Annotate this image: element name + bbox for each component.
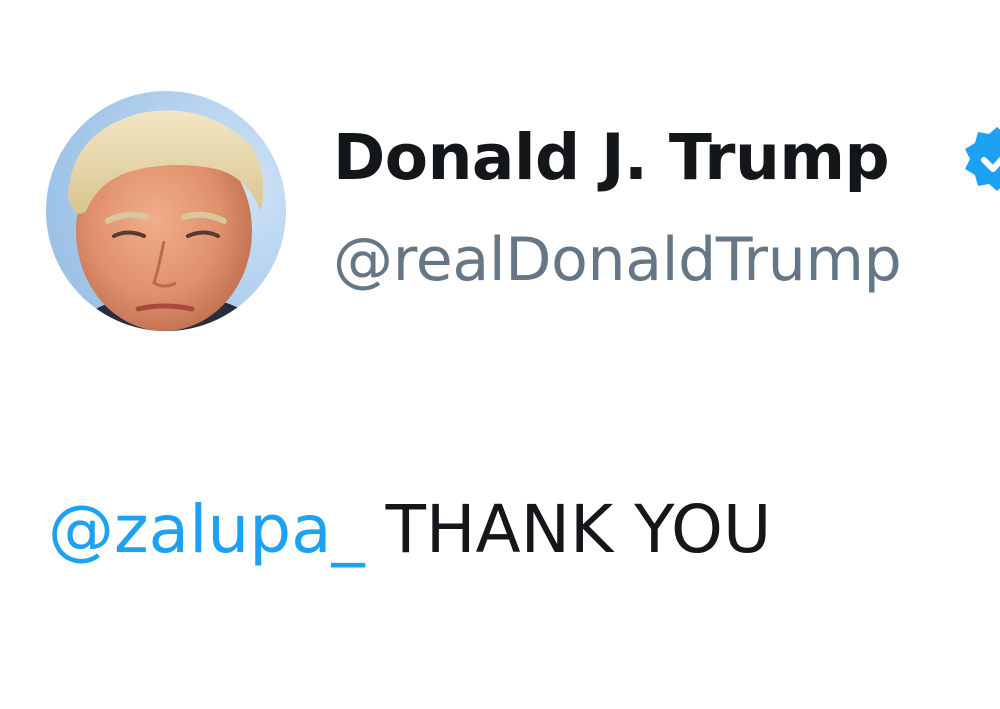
verified-badge-icon (965, 127, 1000, 191)
tweet-card: Donald J. Trump @realDonaldTrump @zalupa… (0, 0, 1000, 709)
tweet-body-text: THANK YOU (364, 491, 772, 568)
author-display-name[interactable]: Donald J. Trump (333, 118, 890, 198)
author-name-row: Donald J. Trump (333, 118, 890, 198)
author-avatar[interactable] (46, 91, 286, 331)
author-handle[interactable]: @realDonaldTrump (333, 222, 902, 298)
avatar-image (46, 91, 286, 331)
mention-link[interactable]: @zalupa_ (48, 491, 365, 568)
tweet-text: @zalupa_ THANK YOU (48, 488, 771, 572)
